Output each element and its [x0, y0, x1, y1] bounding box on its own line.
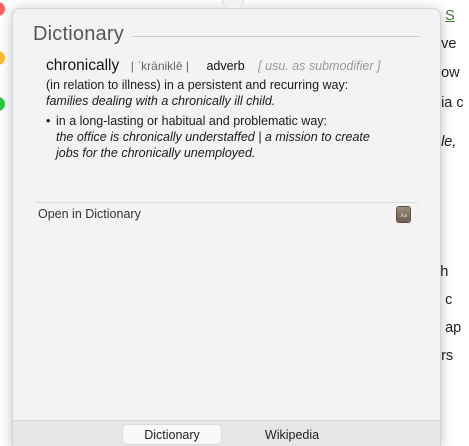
headword: chronically [46, 57, 120, 74]
popover-arrow [222, 0, 244, 8]
lookup-popover: Dictionary chronically | ˈkräniklē | adv… [12, 8, 441, 446]
definition-2: • in a long-lasting or habitual and prob… [46, 113, 396, 161]
divider [35, 202, 418, 203]
close-window-button[interactable] [0, 2, 5, 16]
part-of-speech: adverb [206, 59, 245, 73]
svg-text:Aa: Aa [400, 213, 407, 219]
dictionary-app-icon[interactable]: Aa [397, 207, 410, 222]
header-divider [131, 35, 420, 37]
example-sentence: families dealing with a chronically ill … [46, 94, 276, 108]
dictionary-entry: chronically | ˈkräniklē | adverb [ usu. … [46, 57, 396, 161]
definition-text: in a long-lasting or habitual and proble… [56, 114, 327, 128]
tab-dictionary[interactable]: Dictionary [123, 425, 221, 444]
bullet-icon: • [46, 114, 51, 128]
definition-text: (in relation to illness) in a persistent… [46, 78, 349, 92]
minimize-window-button[interactable] [0, 51, 5, 65]
pronunciation: | ˈkräniklē | [130, 59, 189, 73]
screen: g S ove dow dia c ple, sh u c u ap ars D… [0, 0, 469, 446]
source-tab-bar: Dictionary Wikipedia [13, 420, 440, 446]
section-title: Dictionary [33, 23, 124, 45]
usage-note: [ usu. as submodifier ] [258, 59, 381, 73]
dictionary-section-header: Dictionary [33, 23, 420, 46]
zoom-window-button[interactable] [0, 97, 5, 111]
definition-1: (in relation to illness) in a persistent… [46, 77, 396, 109]
example-sentence: the office is chronically understaffed |… [56, 130, 370, 160]
background-link[interactable]: S [445, 8, 455, 24]
open-in-dictionary-link[interactable]: Open in Dictionary [38, 207, 141, 221]
tab-wikipedia[interactable]: Wikipedia [245, 425, 339, 444]
